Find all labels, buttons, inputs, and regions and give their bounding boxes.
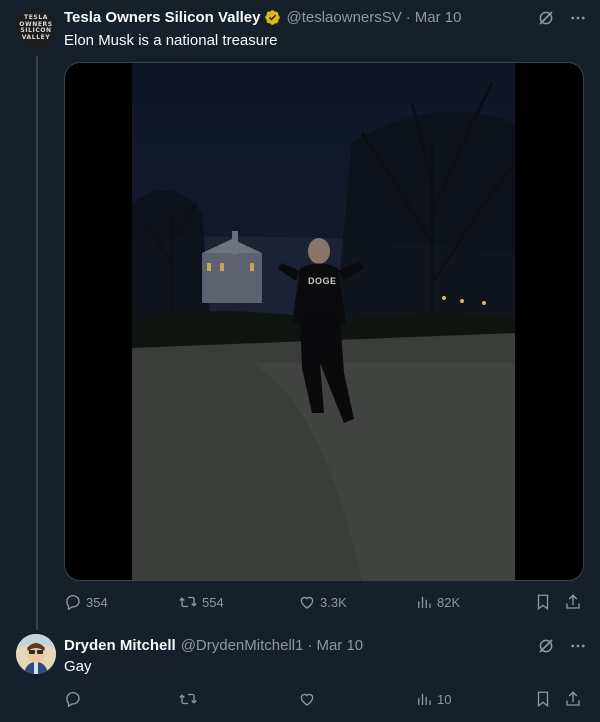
views-count: 10	[437, 691, 452, 707]
reply-count: 354	[86, 594, 108, 610]
tweet-header: Dryden Mitchell @DrydenMitchell1 · Mar 1…	[64, 635, 363, 655]
tweet-text: Elon Musk is a national treasure	[64, 32, 278, 49]
more-icon[interactable]	[569, 9, 587, 27]
bookmark-icon	[537, 691, 549, 708]
reply-icon	[66, 691, 80, 708]
views-button[interactable]: 10	[415, 690, 451, 708]
views-icon	[418, 596, 431, 608]
author-handle[interactable]: @teslaownersSV	[286, 9, 401, 26]
separator: ·	[307, 636, 313, 654]
thread-connector-line	[36, 56, 38, 630]
reply-button[interactable]	[64, 690, 86, 708]
grok-icon[interactable]	[537, 637, 555, 655]
like-icon	[300, 693, 314, 706]
repost-icon	[179, 693, 197, 705]
views-count: 82K	[437, 594, 461, 610]
verified-icon	[265, 9, 281, 25]
views-button[interactable]: 82K	[415, 593, 460, 611]
like-button[interactable]	[298, 690, 320, 708]
tweet-actions: 10	[64, 689, 584, 709]
bookmark-icon	[537, 594, 549, 611]
repost-button[interactable]	[178, 690, 202, 708]
tweet-text: Gay	[64, 658, 92, 675]
author-name[interactable]: Dryden Mitchell	[64, 637, 176, 654]
reply-button[interactable]: 354	[64, 593, 108, 611]
share-button[interactable]	[564, 593, 582, 611]
author-handle[interactable]: @DrydenMitchell1	[181, 637, 304, 654]
share-icon	[566, 594, 580, 609]
like-count: 3.3K	[320, 594, 347, 610]
like-icon	[300, 596, 314, 609]
reply-icon	[66, 594, 80, 611]
repost-icon	[179, 596, 197, 608]
tweet-header: Tesla Owners Silicon Valley @teslaowners…	[64, 7, 461, 27]
more-icon[interactable]	[569, 637, 587, 655]
tweet-top-actions	[537, 637, 587, 655]
avatar[interactable]: TESLA OWNERS SILICON VALLEY	[16, 8, 56, 48]
video-frame[interactable]: DOGE	[132, 63, 515, 580]
like-button[interactable]: 3.3K	[298, 593, 347, 611]
views-icon	[418, 693, 431, 705]
avatar-text-line: VALLEY	[21, 33, 51, 41]
share-icon	[566, 691, 580, 706]
share-button[interactable]	[564, 690, 582, 708]
separator: ·	[405, 8, 411, 26]
avatar[interactable]	[16, 634, 56, 674]
tweet-date[interactable]: Mar 10	[316, 637, 363, 654]
tweet-top-actions	[537, 9, 587, 27]
tweet-date[interactable]: Mar 10	[415, 9, 462, 26]
video-player[interactable]: DOGE	[64, 62, 584, 581]
bookmark-button[interactable]	[534, 690, 552, 708]
tweet-actions: 354 554 3.3K 82K	[64, 592, 584, 612]
video-shirt-text: DOGE	[308, 276, 337, 286]
grok-icon[interactable]	[537, 9, 555, 27]
author-name[interactable]: Tesla Owners Silicon Valley	[64, 9, 260, 26]
repost-button[interactable]: 554	[178, 593, 224, 611]
bookmark-button[interactable]	[534, 593, 552, 611]
repost-count: 554	[202, 594, 224, 610]
